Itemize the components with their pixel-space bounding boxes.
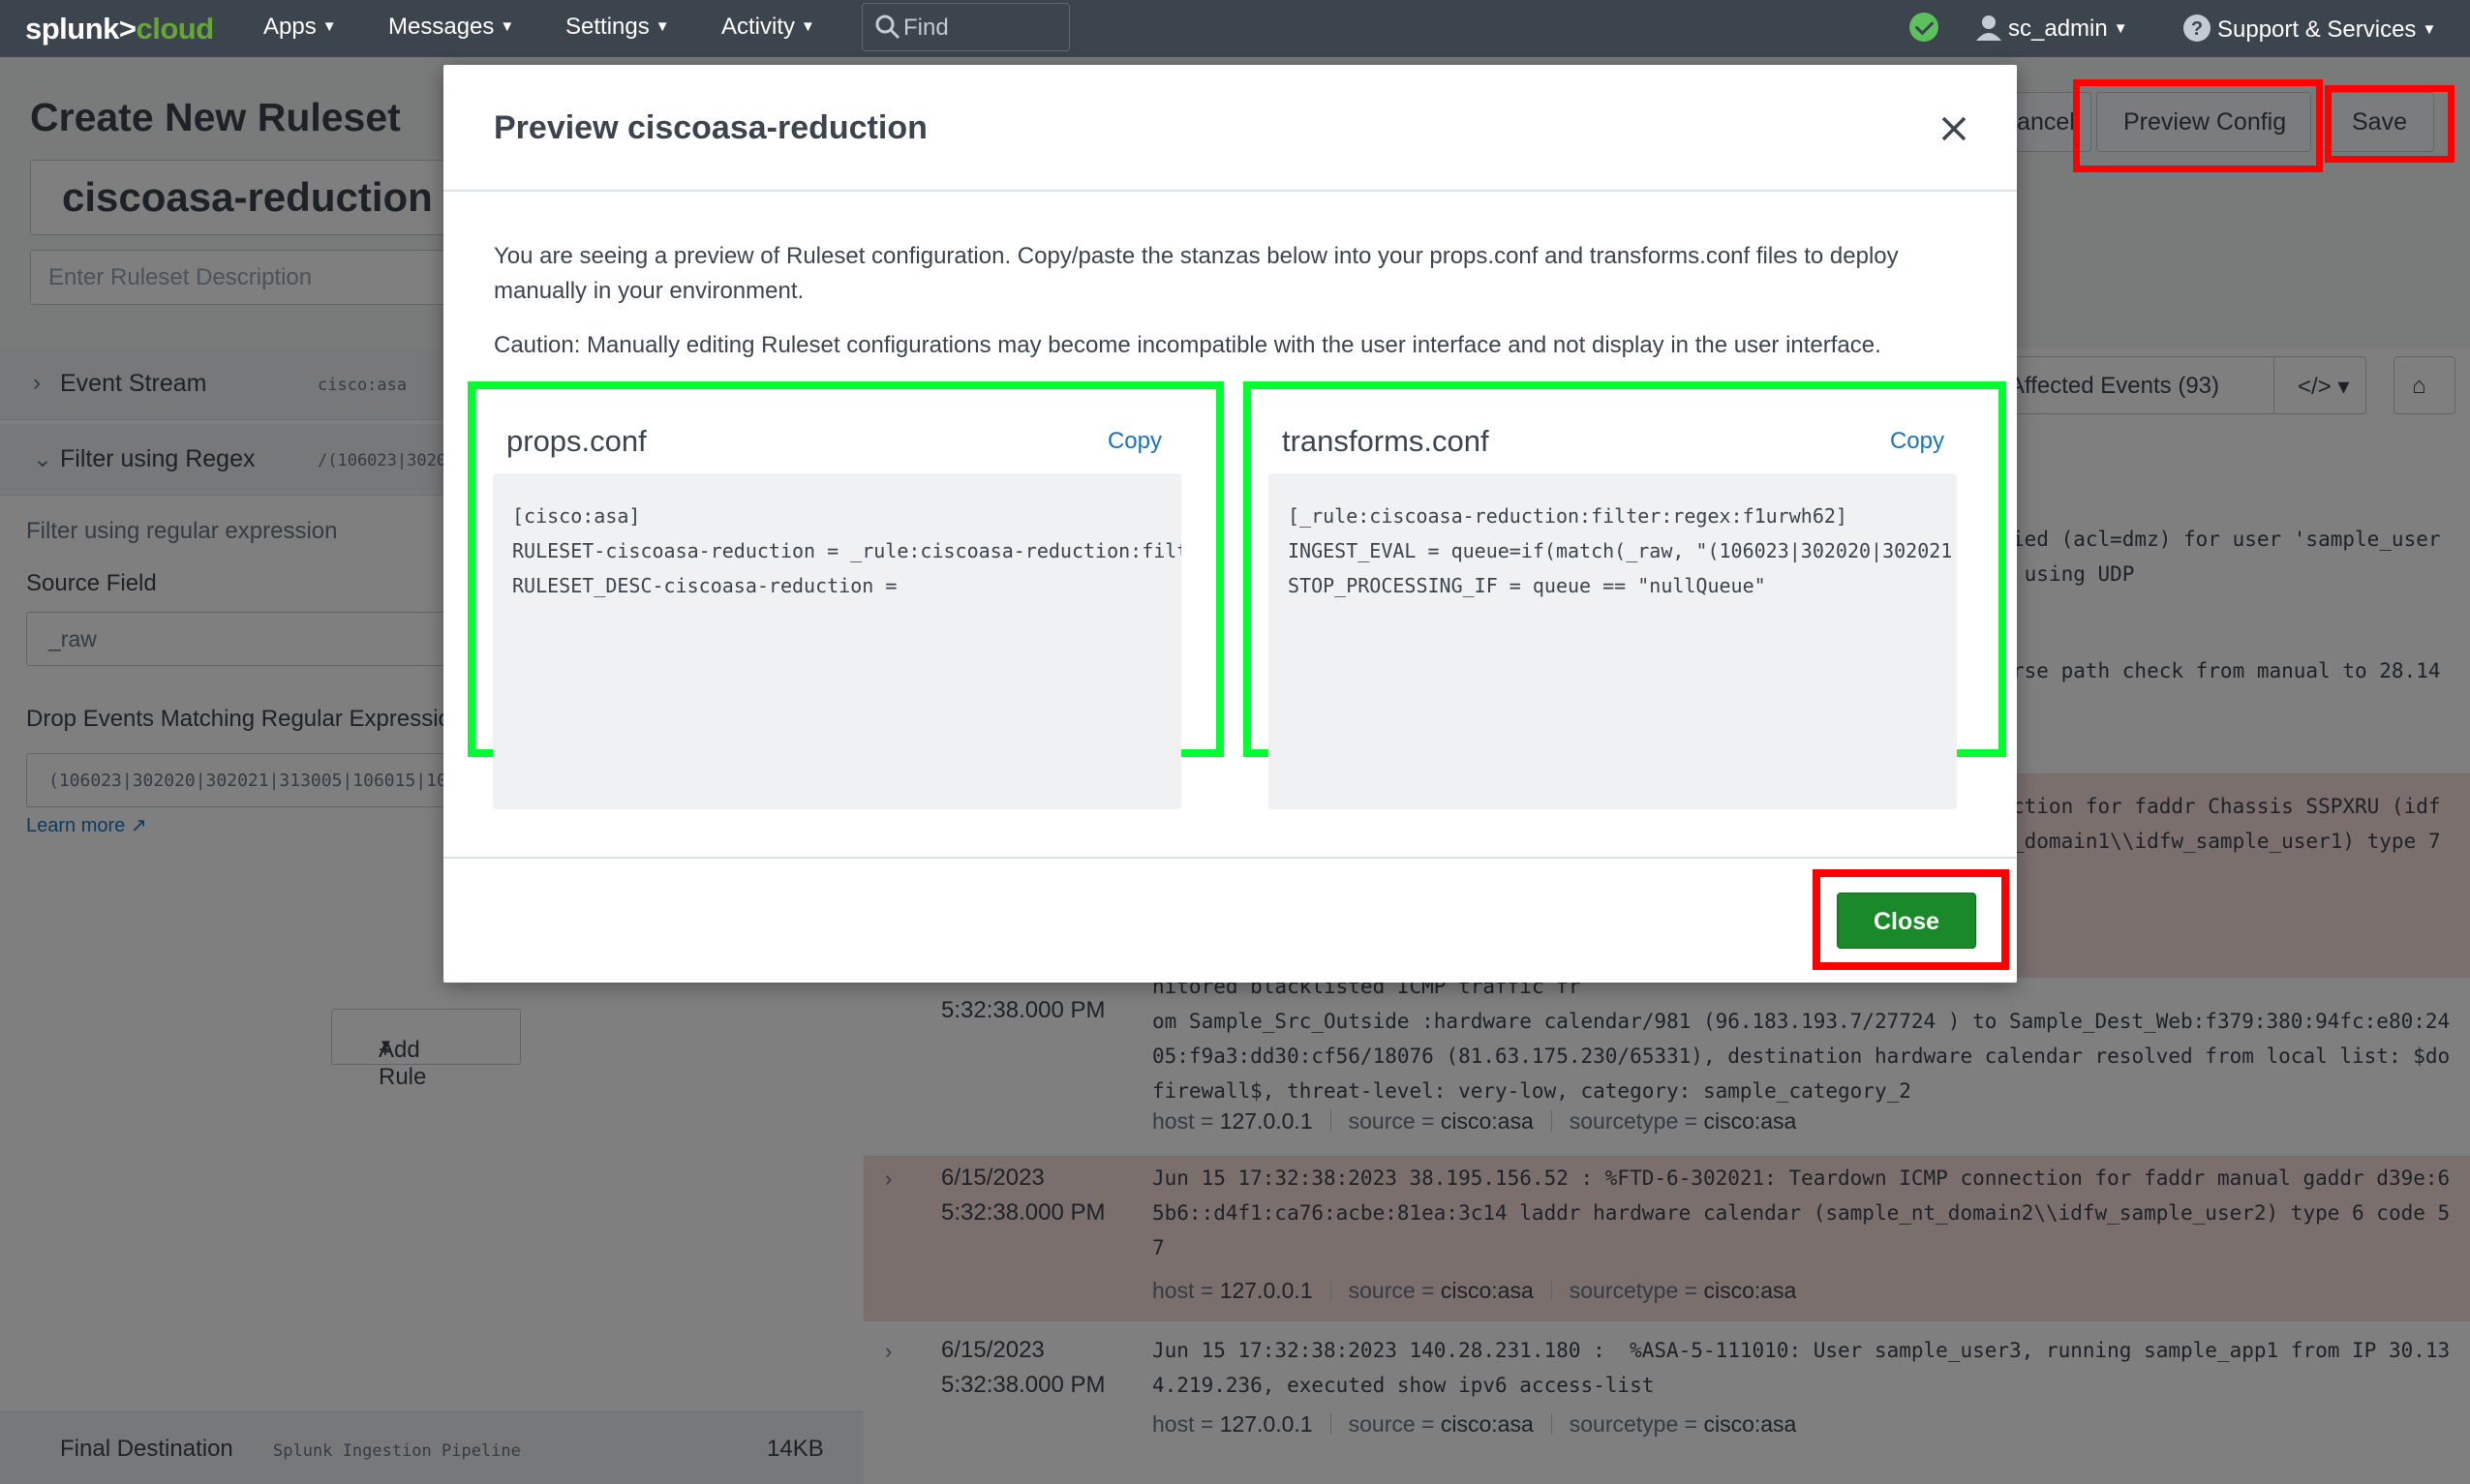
nav-activity[interactable]: Activity ▼: [721, 14, 815, 41]
health-status-icon[interactable]: [1909, 13, 1938, 42]
user-icon: [1976, 15, 2001, 41]
modal-header: Preview ciscoasa-reduction: [443, 65, 2017, 192]
transforms-conf-panel: transforms.conf Copy [_rule:ciscoasa-red…: [1243, 381, 2006, 809]
preview-config-highlight: [2073, 79, 2323, 172]
nav-apps[interactable]: Apps ▼: [263, 14, 337, 41]
find-input[interactable]: Find: [862, 3, 1070, 51]
preview-modal: Preview ciscoasa-reduction You are seein…: [443, 65, 2017, 983]
caret-down-icon: ▼: [500, 18, 515, 35]
transforms-code-block[interactable]: [_rule:ciscoasa-reduction:filter:regex:f…: [1268, 473, 1957, 809]
props-conf-panel: props.conf Copy [cisco:asa] RULESET-cisc…: [468, 381, 1224, 809]
modal-footer: [443, 857, 2017, 983]
close-button[interactable]: Close: [1837, 893, 1976, 949]
modal-caution-text: Caution: Manually editing Ruleset config…: [494, 332, 1881, 358]
caret-down-icon: ▼: [2422, 21, 2437, 38]
close-icon[interactable]: [1935, 109, 1973, 148]
modal-title: Preview ciscoasa-reduction: [494, 109, 928, 146]
caret-down-icon: ▼: [801, 18, 815, 35]
support-menu[interactable]: ? Support & Services ▼: [2182, 14, 2436, 44]
top-nav: splunk>cloud Apps ▼ Messages ▼ Settings ▼ A…: [0, 0, 2470, 57]
nav-messages[interactable]: Messages ▼: [388, 14, 514, 41]
caret-down-icon: ▼: [321, 18, 337, 35]
props-conf-title: props.conf: [506, 424, 647, 458]
save-highlight: [2325, 85, 2455, 163]
modal-intro-text: You are seeing a preview of Ruleset conf…: [494, 243, 1899, 304]
help-icon: ?: [2183, 15, 2211, 42]
props-code-block[interactable]: [cisco:asa] RULESET-ciscoasa-reduction =…: [493, 473, 1181, 809]
caret-down-icon: ▼: [2113, 20, 2128, 37]
svg-text:?: ?: [2191, 18, 2203, 40]
splunk-logo[interactable]: splunk>cloud: [25, 12, 214, 46]
search-icon: [875, 15, 900, 40]
caret-down-icon: ▼: [655, 18, 670, 35]
props-copy-link[interactable]: Copy: [1108, 428, 1162, 455]
nav-settings[interactable]: Settings ▼: [565, 14, 670, 41]
user-menu[interactable]: sc_admin ▼: [1975, 14, 2128, 43]
transforms-copy-link[interactable]: Copy: [1890, 428, 1944, 455]
transforms-conf-title: transforms.conf: [1282, 424, 1489, 458]
